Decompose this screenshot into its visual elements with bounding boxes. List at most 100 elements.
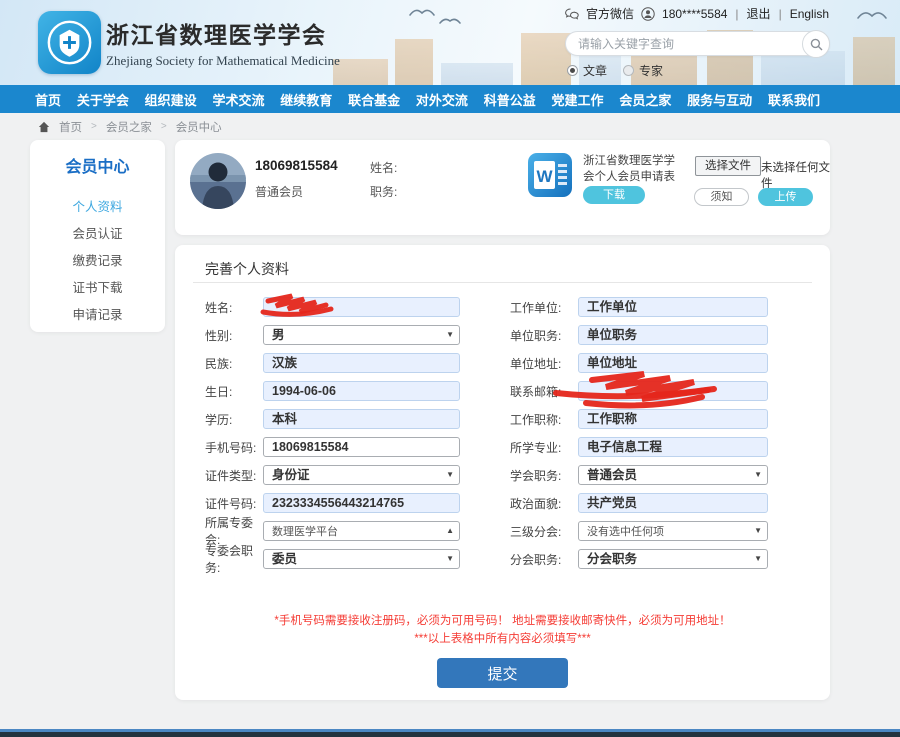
search-button[interactable] bbox=[802, 30, 830, 58]
sidebar-item-application-records[interactable]: 申请记录 bbox=[30, 302, 165, 329]
choose-file-button[interactable]: 选择文件 bbox=[695, 156, 761, 176]
branch-multiselect[interactable]: 没有选中任何项▼ bbox=[578, 521, 768, 541]
chevron-down-icon: ▼ bbox=[754, 466, 762, 484]
main-nav: 首页 关于学会 组织建设 学术交流 继续教育 联合基金 对外交流 科普公益 党建… bbox=[0, 85, 900, 113]
committee-select[interactable]: 数理医学平台▲ bbox=[263, 521, 460, 541]
nav-item-home[interactable]: 首页 bbox=[35, 90, 61, 109]
nav-item-contact[interactable]: 联系我们 bbox=[768, 90, 820, 109]
breadcrumb: 首页 > 会员之家 > 会员中心 bbox=[0, 113, 222, 140]
nav-item-organization[interactable]: 组织建设 bbox=[145, 90, 197, 109]
name-input[interactable] bbox=[263, 297, 460, 317]
radio-unselected-icon bbox=[623, 65, 634, 76]
membership-type: 普通会员 bbox=[255, 183, 303, 200]
breadcrumb-separator: > bbox=[91, 121, 97, 132]
committee-post-label: 专委会职务: bbox=[205, 542, 263, 576]
id-type-label: 证件类型: bbox=[205, 467, 263, 484]
education-input[interactable]: 本科 bbox=[263, 409, 460, 429]
bird-icon bbox=[855, 6, 895, 24]
nav-item-party[interactable]: 党建工作 bbox=[552, 90, 604, 109]
nav-item-about[interactable]: 关于学会 bbox=[77, 90, 129, 109]
nav-item-service[interactable]: 服务与互动 bbox=[687, 90, 752, 109]
application-doc-title: 浙江省数理医学学 会个人会员申请表 bbox=[583, 153, 675, 185]
user-account-icon bbox=[641, 7, 655, 21]
org-name-english: Zhejiang Society for Mathematical Medici… bbox=[106, 53, 340, 69]
society-post-select[interactable]: 普通会员▼ bbox=[578, 465, 768, 485]
breadcrumb-separator: > bbox=[161, 121, 167, 132]
sidebar-item-certification[interactable]: 会员认证 bbox=[30, 221, 165, 248]
chevron-down-icon: ▼ bbox=[754, 522, 762, 540]
account-phone[interactable]: 180****5584 bbox=[662, 7, 727, 21]
footer-bar bbox=[0, 732, 900, 737]
workunit-input[interactable]: 工作单位 bbox=[578, 297, 768, 317]
profile-title-label: 职务: bbox=[370, 183, 397, 200]
ethnicity-label: 民族: bbox=[205, 355, 263, 372]
upload-button[interactable]: 上传 bbox=[758, 188, 813, 206]
branch-post-label: 分会职务: bbox=[510, 551, 578, 568]
word-doc-icon: W bbox=[527, 152, 573, 198]
id-number-input[interactable]: 2323334556443214765 bbox=[263, 493, 460, 513]
separator: | bbox=[779, 7, 782, 21]
doc-title-line2: 会个人会员申请表 bbox=[583, 169, 675, 185]
gender-select[interactable]: 男▼ bbox=[263, 325, 460, 345]
sidebar-item-certificate-download[interactable]: 证书下载 bbox=[30, 275, 165, 302]
member-center-sidebar: 会员中心 个人资料 会员认证 缴费记录 证书下载 申请记录 bbox=[30, 140, 165, 332]
warning-line-1: *手机号码需要接收注册码，必须为可用号码！ 地址需要接收邮寄快件，必须为可用地址… bbox=[175, 612, 830, 628]
logout-link[interactable]: 退出 bbox=[747, 5, 771, 22]
email-input[interactable] bbox=[578, 381, 768, 401]
wechat-link[interactable]: 官方微信 bbox=[586, 5, 634, 22]
profile-name-label: 姓名: bbox=[370, 159, 397, 176]
notice-button[interactable]: 须知 bbox=[694, 188, 749, 206]
chevron-down-icon: ▼ bbox=[446, 466, 454, 484]
unit-post-input[interactable]: 单位职务 bbox=[578, 325, 768, 345]
major-input[interactable]: 电子信息工程 bbox=[578, 437, 768, 457]
name-label: 姓名: bbox=[205, 299, 263, 316]
society-post-label: 学会职务: bbox=[510, 467, 578, 484]
job-title-input[interactable]: 工作职称 bbox=[578, 409, 768, 429]
language-link[interactable]: English bbox=[790, 7, 829, 21]
submit-button[interactable]: 提交 bbox=[437, 658, 568, 688]
member-center-page: 浙江省数理医学学会 Zhejiang Society for Mathemati… bbox=[0, 0, 900, 737]
id-number-label: 证件号码: bbox=[205, 495, 263, 512]
sidebar-item-payment-records[interactable]: 缴费记录 bbox=[30, 248, 165, 275]
id-type-select[interactable]: 身份证▼ bbox=[263, 465, 460, 485]
unit-address-input[interactable]: 单位地址 bbox=[578, 353, 768, 373]
birthday-input[interactable]: 1994-06-06 bbox=[263, 381, 460, 401]
divider bbox=[193, 282, 812, 283]
branch-post-select[interactable]: 分会职务▼ bbox=[578, 549, 768, 569]
nav-item-fund[interactable]: 联合基金 bbox=[348, 90, 400, 109]
breadcrumb-members-home[interactable]: 会员之家 bbox=[106, 119, 152, 135]
political-status-input[interactable]: 共产党员 bbox=[578, 493, 768, 513]
search-scope-options: 文章 专家 bbox=[567, 62, 663, 79]
no-file-selected-text: 未选择任何文件 bbox=[761, 159, 830, 191]
nav-item-academic[interactable]: 学术交流 bbox=[212, 90, 264, 109]
radio-selected-icon bbox=[567, 65, 578, 76]
breadcrumb-current: 会员中心 bbox=[176, 119, 222, 135]
branch-label: 三级分会: bbox=[510, 523, 578, 540]
chevron-up-icon: ▲ bbox=[446, 522, 454, 540]
site-header: 浙江省数理医学学会 Zhejiang Society for Mathemati… bbox=[0, 0, 900, 85]
chevron-down-icon: ▼ bbox=[754, 550, 762, 568]
search-input[interactable] bbox=[578, 33, 788, 54]
nav-item-education[interactable]: 继续教育 bbox=[280, 90, 332, 109]
form-right-column: 工作单位: 工作单位 单位职务: 单位职务 单位地址: 单位地址 联系邮箱: 工… bbox=[510, 297, 775, 577]
doc-title-line1: 浙江省数理医学学 bbox=[583, 153, 675, 169]
radio-article-label: 文章 bbox=[583, 62, 607, 79]
form-left-column: 姓名: 性别: 男▼ 民族: 汉族 生日: 1994-06-06 学历: 本科 … bbox=[205, 297, 467, 577]
radio-expert[interactable]: 专家 bbox=[623, 62, 663, 79]
nav-item-exchange[interactable]: 对外交流 bbox=[416, 90, 468, 109]
education-label: 学历: bbox=[205, 411, 263, 428]
nav-item-science[interactable]: 科普公益 bbox=[484, 90, 536, 109]
warning-line-2: ***以上表格中所有内容必须填写*** bbox=[175, 630, 830, 646]
radio-article[interactable]: 文章 bbox=[567, 62, 607, 79]
mobile-input[interactable]: 18069815584 bbox=[263, 437, 460, 457]
committee-post-select[interactable]: 委员▼ bbox=[263, 549, 460, 569]
breadcrumb-home[interactable]: 首页 bbox=[59, 119, 82, 135]
sidebar-item-profile[interactable]: 个人资料 bbox=[30, 194, 165, 221]
wechat-icon bbox=[565, 8, 579, 20]
radio-expert-label: 专家 bbox=[639, 62, 663, 79]
nav-item-members[interactable]: 会员之家 bbox=[619, 90, 671, 109]
account-topbar: 官方微信 180****5584 | 退出 | English bbox=[565, 5, 829, 22]
email-label: 联系邮箱: bbox=[510, 383, 578, 400]
ethnicity-input[interactable]: 汉族 bbox=[263, 353, 460, 373]
download-button[interactable]: 下载 bbox=[583, 186, 645, 204]
